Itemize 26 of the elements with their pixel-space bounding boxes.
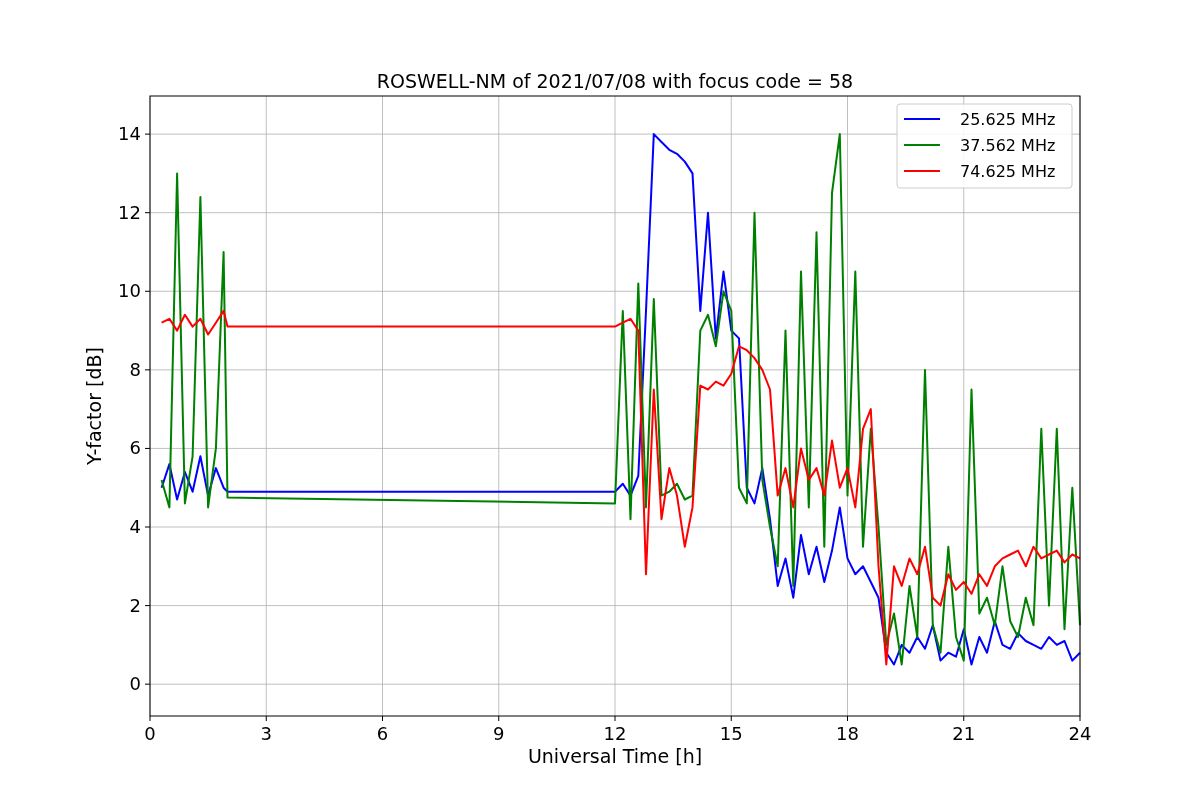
legend-label: 25.625 MHz bbox=[960, 110, 1056, 129]
legend-line-icon bbox=[903, 144, 941, 146]
y-axis-label: Y-factor [dB] bbox=[83, 347, 105, 465]
x-tick-label: 24 bbox=[1068, 723, 1092, 744]
chart-title: ROSWELL-NM of 2021/07/08 with focus code = 58 bbox=[376, 70, 854, 92]
x-tick-label: 12 bbox=[603, 723, 627, 744]
y-tick-label: 14 bbox=[118, 123, 141, 145]
legend-label: 37.562 MHz bbox=[960, 136, 1056, 155]
x-tick-label: 0 bbox=[144, 723, 156, 744]
y-tick-label: 4 bbox=[129, 516, 141, 537]
x-tick-label: 15 bbox=[719, 723, 743, 744]
y-tick-label: 8 bbox=[129, 358, 141, 380]
y-tick-label: 12 bbox=[118, 201, 141, 223]
x-tick-label: 21 bbox=[952, 723, 976, 744]
x-tick-label: 9 bbox=[493, 723, 505, 744]
x-tick-label: 18 bbox=[836, 723, 859, 744]
x-axis-label: Universal Time [h] bbox=[527, 745, 703, 767]
legend-label: 74.625 MHz bbox=[960, 162, 1056, 181]
x-tick-label: 6 bbox=[376, 723, 389, 744]
legend-line-icon bbox=[903, 118, 941, 120]
y-tick-label: 2 bbox=[129, 594, 141, 616]
x-tick-label: 3 bbox=[260, 723, 272, 744]
legend-line-icon bbox=[903, 170, 941, 172]
y-tick-label: 0 bbox=[129, 673, 141, 695]
y-tick-label: 6 bbox=[129, 437, 141, 459]
y-tick-label: 10 bbox=[118, 280, 141, 302]
